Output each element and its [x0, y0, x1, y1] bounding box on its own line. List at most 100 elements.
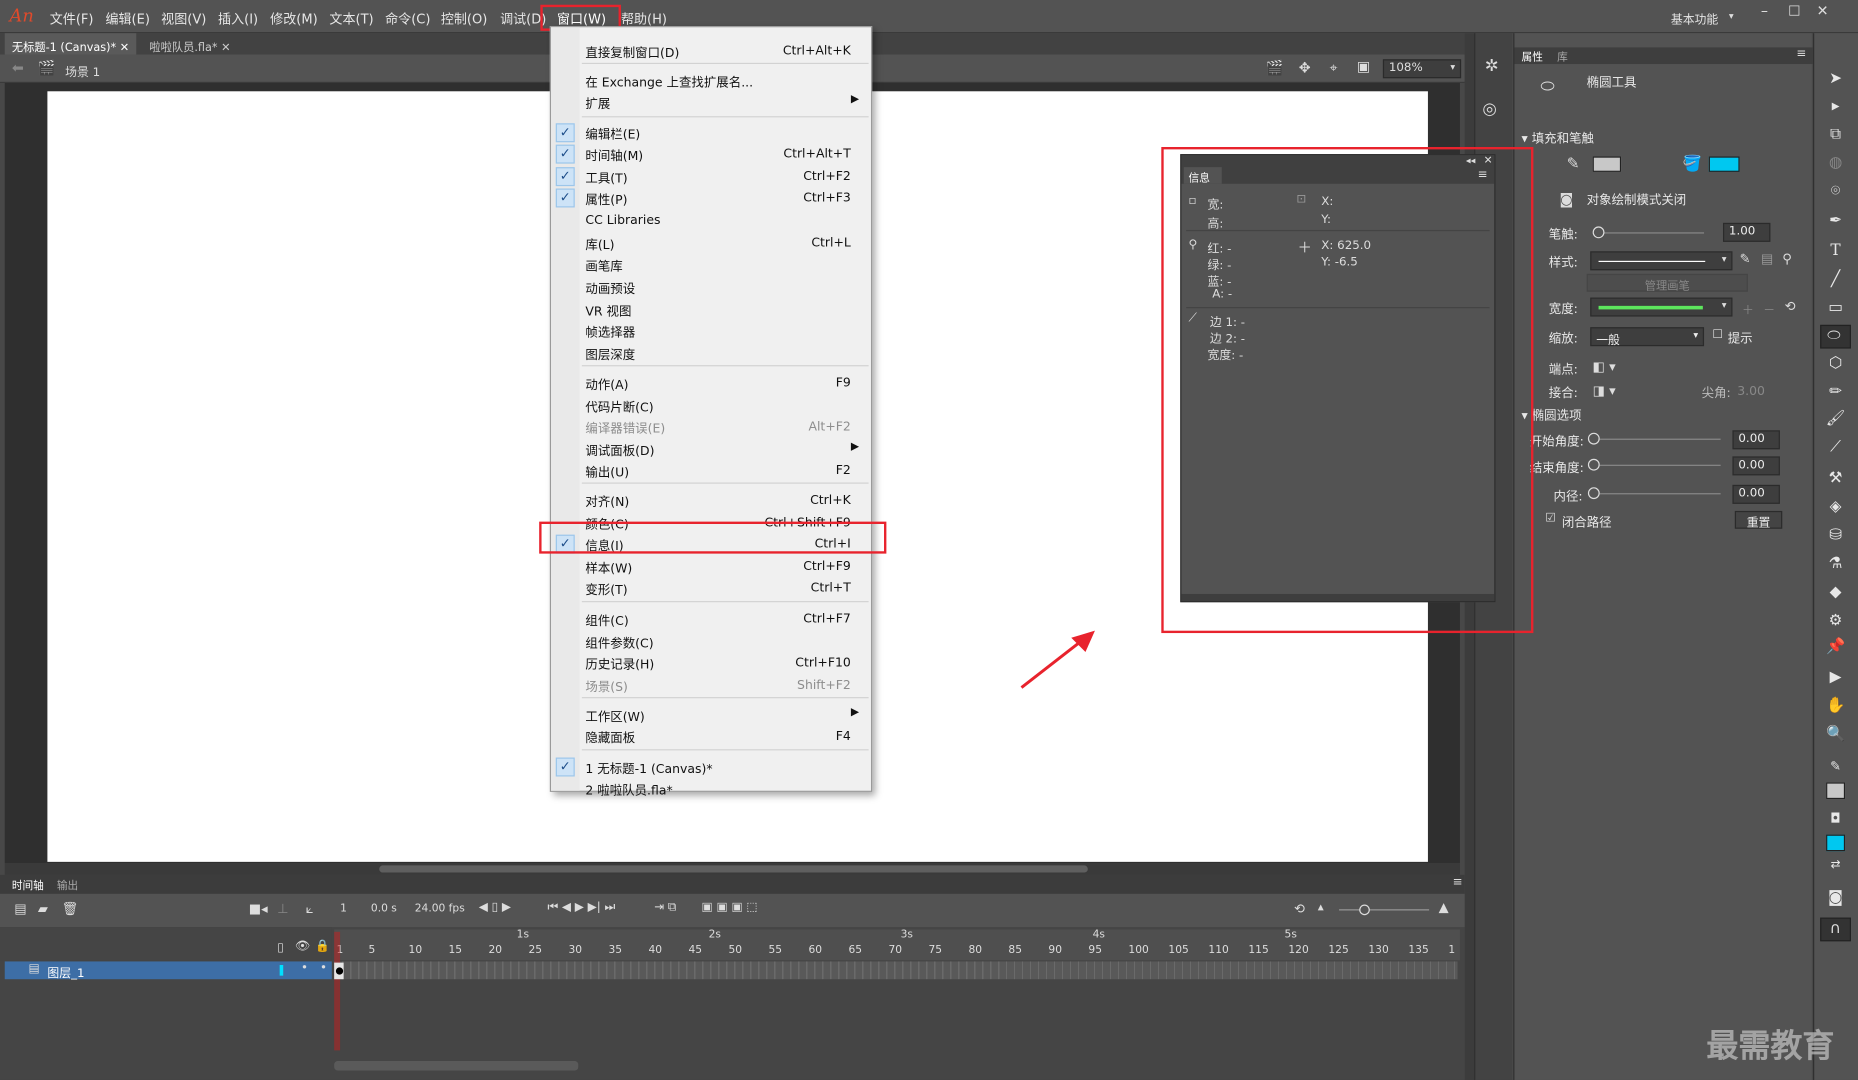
inner-radius-slider[interactable] [1599, 493, 1721, 495]
stroke-color-icon[interactable]: ✎ [1824, 759, 1848, 780]
menu-item[interactable]: 动画预设 [551, 276, 871, 297]
fill-color-swatch[interactable] [1708, 156, 1740, 172]
brush-library-icon[interactable]: ▤ [1761, 251, 1773, 266]
tab-output[interactable]: 输出 [57, 877, 78, 893]
graph-icon[interactable]: ⟀ [306, 901, 314, 918]
ellipse-tool-active[interactable]: ⬭ [1820, 324, 1851, 349]
edit-style-icon[interactable]: ✎ [1740, 251, 1751, 266]
cap-icon[interactable]: ◧ ▾ [1593, 359, 1616, 374]
menu-item[interactable]: 2 啦啦队员.fla* [551, 778, 871, 799]
close-icon[interactable]: ✕ [221, 41, 230, 54]
color-panel-icon[interactable]: ✲ [1485, 57, 1499, 76]
end-angle-input[interactable]: 0.00 [1732, 456, 1780, 476]
layer-row[interactable]: ▤ 图层_1 • • [4, 961, 332, 980]
menu-text[interactable]: 文本(T) [329, 9, 373, 28]
menu-item[interactable]: ✓ 工具(T) Ctrl+F2 [551, 166, 871, 187]
end-angle-knob[interactable] [1587, 458, 1600, 471]
menu-item[interactable]: 图层深度 [551, 343, 871, 364]
maximize-icon[interactable]: □ [1788, 2, 1800, 17]
reset-button[interactable]: 重置 [1734, 510, 1783, 530]
start-angle-slider[interactable] [1599, 438, 1721, 440]
menu-item[interactable]: 对齐(N) Ctrl+K [551, 490, 871, 511]
scale-select[interactable]: 一般 ▾ [1590, 327, 1705, 347]
object-draw-icon[interactable]: ◙ [1559, 191, 1573, 208]
menu-item[interactable]: 动作(A) F9 [551, 372, 871, 393]
hint-checkbox[interactable]: ☐ [1712, 328, 1723, 341]
new-layer-icon[interactable]: ▤ [14, 901, 26, 916]
frame-zoom-slider[interactable] [1339, 909, 1430, 911]
3d-rotation-icon[interactable]: ◍ [1824, 154, 1848, 175]
manage-brush-button[interactable]: 管理画笔 [1586, 273, 1748, 293]
pen-tool-icon[interactable]: ✒ [1824, 212, 1848, 233]
frame-grid[interactable] [334, 961, 1458, 980]
start-angle-input[interactable]: 0.00 [1732, 430, 1780, 450]
frame-zoom-knob[interactable] [1359, 904, 1370, 916]
lock-dot[interactable]: • [320, 961, 327, 974]
ink-bottle-icon[interactable]: ⛁ [1824, 526, 1848, 547]
workspace-switcher[interactable]: 基本功能 [1671, 9, 1718, 27]
onion-skin-icon[interactable]: ▣ ▣ ▣ ⬚ [702, 901, 758, 914]
hand-tool-icon[interactable]: ✋ [1824, 697, 1848, 718]
selection-tool-icon[interactable]: ➤ [1824, 70, 1848, 91]
paint-bucket-tool-icon[interactable]: ◈ [1824, 498, 1848, 519]
menu-insert[interactable]: 插入(I) [218, 9, 258, 28]
panel-menu-icon[interactable]: ≡ [1796, 47, 1806, 60]
menu-item[interactable]: CC Libraries [551, 210, 871, 231]
eye-icon[interactable]: 👁 [295, 940, 310, 953]
menu-item[interactable]: 在 Exchange 上查找扩展名... [551, 70, 871, 91]
inner-radius-knob[interactable] [1587, 487, 1600, 500]
playback-controls-icon[interactable]: ⏮ ◀ ▶ ▶| ⏭ [547, 901, 615, 914]
menu-item[interactable]: 隐藏面板 F4 [551, 726, 871, 747]
stroke-slider-knob[interactable] [1592, 226, 1605, 239]
close-icon[interactable]: ✕ [1817, 2, 1829, 19]
menu-item[interactable]: 历史记录(H) Ctrl+F10 [551, 652, 871, 673]
paint-brush-icon[interactable]: 🖌 [1824, 410, 1848, 431]
center-stage-icon[interactable]: ⌖ [1330, 59, 1338, 77]
menu-item[interactable]: 代码片断(C) [551, 395, 871, 416]
menu-item[interactable]: ✓ 编辑栏(E) [551, 122, 871, 143]
menu-item[interactable]: 输出(U) F2 [551, 460, 871, 481]
pin-icon[interactable]: 📌 [1824, 638, 1848, 659]
menu-item[interactable]: ✓ 属性(P) Ctrl+F3 [551, 187, 871, 208]
menu-item[interactable]: 组件(C) Ctrl+F7 [551, 608, 871, 629]
menu-item[interactable]: 画笔库 [551, 254, 871, 275]
close-icon[interactable]: ✕ [120, 41, 129, 54]
width-tool-icon[interactable]: ⚙ [1824, 612, 1848, 633]
camera-icon[interactable]: ■◂ [249, 901, 268, 916]
zoom-in-icon[interactable]: ▲ [1439, 900, 1449, 915]
menu-file[interactable]: 文件(F) [50, 9, 94, 28]
menu-item[interactable]: 库(L) Ctrl+L [551, 232, 871, 253]
prev-keyframe-icon[interactable]: ◀ ▯ ▶ [479, 901, 511, 914]
visible-dot[interactable]: • [301, 961, 308, 974]
rectangle-tool-icon[interactable]: ▭ [1824, 299, 1848, 320]
stroke-color-swatch[interactable] [1592, 156, 1622, 172]
menu-item[interactable]: ✓ 时间轴(M) Ctrl+Alt+T [551, 143, 871, 164]
fill-color-swatch-tool[interactable] [1826, 834, 1846, 852]
fill-color-icon[interactable]: ◘ [1824, 811, 1848, 832]
remove-icon[interactable]: － [1763, 300, 1775, 318]
tab-properties[interactable]: 属性 [1522, 49, 1543, 64]
style-select[interactable]: ▾ [1590, 251, 1733, 271]
tab-library[interactable]: 库 [1557, 49, 1568, 64]
clip-icon[interactable]: ▣ [1357, 58, 1370, 75]
delete-icon[interactable]: 🗑 [62, 901, 79, 916]
text-tool-icon[interactable]: T [1824, 242, 1848, 263]
outline-icon[interactable]: ▯ [277, 941, 284, 954]
back-arrow-icon[interactable]: ⬅ [12, 59, 24, 76]
camera-icon[interactable]: ▶ [1824, 669, 1848, 690]
clapper-icon[interactable]: 🎬 [1266, 59, 1284, 76]
minimize-icon[interactable]: – [1761, 2, 1768, 19]
object-drawing-icon[interactable]: ◙ [1824, 889, 1848, 910]
menu-item[interactable]: 组件参数(C) [551, 631, 871, 652]
menu-edit[interactable]: 编辑(E) [105, 9, 149, 28]
eyedropper-icon[interactable]: ⚗ [1824, 555, 1848, 576]
menu-item[interactable]: 场景(S) Shift+F2 [551, 675, 871, 696]
polystar-icon[interactable]: ⬡ [1824, 354, 1848, 375]
stroke-color-swatch-tool[interactable] [1826, 782, 1846, 800]
menu-item[interactable]: 帧选择器 [551, 320, 871, 341]
zoom-select[interactable]: 108% ▾ [1382, 59, 1462, 79]
stroke-input[interactable]: 1.00 [1722, 222, 1771, 242]
loop-icon[interactable]: ⇥ ⧉ [654, 901, 676, 914]
menu-modify[interactable]: 修改(M) [270, 9, 317, 28]
horizontal-scrollbar[interactable] [4, 863, 1460, 875]
